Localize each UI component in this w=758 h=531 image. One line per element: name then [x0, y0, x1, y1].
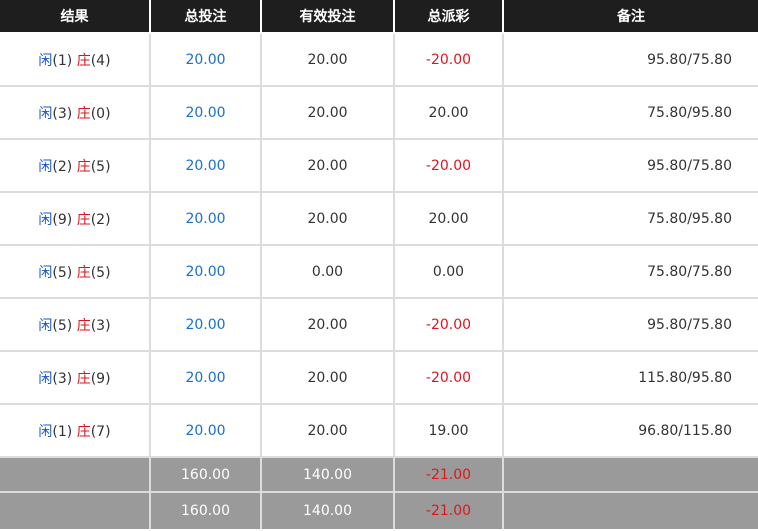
payout-cell: -20.00: [393, 32, 504, 87]
result-cell: 闲(9) 庄(2): [0, 191, 151, 246]
summary-total-bet: 160.00: [149, 456, 262, 493]
total-bet-cell: 20.00: [149, 403, 262, 458]
remark-cell: 115.80/95.80: [502, 350, 758, 405]
summary-remark: [502, 491, 758, 529]
header-valid-bet: 有效投注: [260, 0, 395, 34]
summary-valid-bet: 140.00: [260, 456, 395, 493]
total-bet-cell: 20.00: [149, 350, 262, 405]
total-bet-cell: 20.00: [149, 85, 262, 140]
banker-score: (4): [90, 52, 111, 69]
result-cell: 闲(5) 庄(3): [0, 297, 151, 352]
player-score: (9): [52, 211, 73, 228]
remark-cell: 95.80/75.80: [502, 138, 758, 193]
banker-label: 庄: [76, 317, 91, 334]
player-label: 闲: [38, 317, 53, 334]
table-row: 闲(3) 庄(9) 20.00 20.00 -20.00 115.80/95.80: [0, 350, 758, 405]
banker-score: (7): [90, 423, 111, 440]
table-header-row: 结果 总投注 有效投注 总派彩 备注: [0, 0, 758, 34]
table-row: 闲(1) 庄(4) 20.00 20.00 -20.00 95.80/75.80: [0, 32, 758, 87]
banker-label: 庄: [76, 211, 91, 228]
banker-label: 庄: [76, 52, 91, 69]
payout-cell: 19.00: [393, 403, 504, 458]
player-score: (5): [52, 317, 73, 334]
total-bet-cell: 20.00: [149, 297, 262, 352]
table-row: 闲(2) 庄(5) 20.00 20.00 -20.00 95.80/75.80: [0, 138, 758, 193]
valid-bet-cell: 20.00: [260, 191, 395, 246]
header-remark: 备注: [502, 0, 758, 34]
player-label: 闲: [38, 52, 53, 69]
remark-cell: 96.80/115.80: [502, 403, 758, 458]
player-score: (5): [52, 264, 73, 281]
total-bet-cell: 20.00: [149, 244, 262, 299]
banker-score: (5): [90, 158, 111, 175]
result-cell: 闲(1) 庄(7): [0, 403, 151, 458]
player-score: (3): [52, 105, 73, 122]
payout-cell: 0.00: [393, 244, 504, 299]
result-cell: 闲(3) 庄(9): [0, 350, 151, 405]
player-score: (3): [52, 370, 73, 387]
banker-label: 庄: [76, 264, 91, 281]
remark-cell: 75.80/95.80: [502, 85, 758, 140]
player-label: 闲: [38, 423, 53, 440]
total-bet-cell: 20.00: [149, 191, 262, 246]
player-label: 闲: [38, 264, 53, 281]
table-row: 闲(5) 庄(3) 20.00 20.00 -20.00 95.80/75.80: [0, 297, 758, 352]
summary-remark: [502, 456, 758, 493]
result-cell: 闲(5) 庄(5): [0, 244, 151, 299]
banker-score: (9): [90, 370, 111, 387]
summary-empty-cell: [0, 491, 151, 529]
table-row: 闲(9) 庄(2) 20.00 20.00 20.00 75.80/95.80: [0, 191, 758, 246]
total-bet-cell: 20.00: [149, 32, 262, 87]
result-cell: 闲(2) 庄(5): [0, 138, 151, 193]
player-label: 闲: [38, 370, 53, 387]
header-result: 结果: [0, 0, 151, 34]
summary-row: 160.00 140.00 -21.00: [0, 456, 758, 493]
summary-valid-bet: 140.00: [260, 491, 395, 529]
player-score: (1): [52, 52, 73, 69]
table-row: 闲(1) 庄(7) 20.00 20.00 19.00 96.80/115.80: [0, 403, 758, 458]
valid-bet-cell: 20.00: [260, 403, 395, 458]
summary-row: 160.00 140.00 -21.00: [0, 491, 758, 529]
summary-payout: -21.00: [393, 456, 504, 493]
header-total-bet: 总投注: [149, 0, 262, 34]
summary-empty-cell: [0, 456, 151, 493]
table-row: 闲(5) 庄(5) 20.00 0.00 0.00 75.80/75.80: [0, 244, 758, 299]
banker-score: (3): [90, 317, 111, 334]
remark-cell: 75.80/95.80: [502, 191, 758, 246]
payout-cell: -20.00: [393, 297, 504, 352]
banker-label: 庄: [76, 370, 91, 387]
banker-score: (5): [90, 264, 111, 281]
valid-bet-cell: 20.00: [260, 138, 395, 193]
banker-label: 庄: [76, 158, 91, 175]
valid-bet-cell: 20.00: [260, 350, 395, 405]
payout-cell: 20.00: [393, 85, 504, 140]
remark-cell: 95.80/75.80: [502, 297, 758, 352]
remark-cell: 75.80/75.80: [502, 244, 758, 299]
header-payout: 总派彩: [393, 0, 504, 34]
payout-cell: 20.00: [393, 191, 504, 246]
summary-payout: -21.00: [393, 491, 504, 529]
banker-label: 庄: [76, 105, 91, 122]
summary-total-bet: 160.00: [149, 491, 262, 529]
player-label: 闲: [38, 158, 53, 175]
player-score: (1): [52, 423, 73, 440]
bet-history-table: 结果 总投注 有效投注 总派彩 备注 闲(1) 庄(4) 20.00 20.00 -2…: [0, 0, 758, 529]
player-label: 闲: [38, 211, 53, 228]
valid-bet-cell: 0.00: [260, 244, 395, 299]
valid-bet-cell: 20.00: [260, 297, 395, 352]
payout-cell: -20.00: [393, 350, 504, 405]
banker-label: 庄: [76, 423, 91, 440]
player-label: 闲: [38, 105, 53, 122]
payout-cell: -20.00: [393, 138, 504, 193]
total-bet-cell: 20.00: [149, 138, 262, 193]
valid-bet-cell: 20.00: [260, 32, 395, 87]
result-cell: 闲(1) 庄(4): [0, 32, 151, 87]
banker-score: (2): [90, 211, 111, 228]
table-row: 闲(3) 庄(0) 20.00 20.00 20.00 75.80/95.80: [0, 85, 758, 140]
result-cell: 闲(3) 庄(0): [0, 85, 151, 140]
valid-bet-cell: 20.00: [260, 85, 395, 140]
player-score: (2): [52, 158, 73, 175]
remark-cell: 95.80/75.80: [502, 32, 758, 87]
banker-score: (0): [90, 105, 111, 122]
